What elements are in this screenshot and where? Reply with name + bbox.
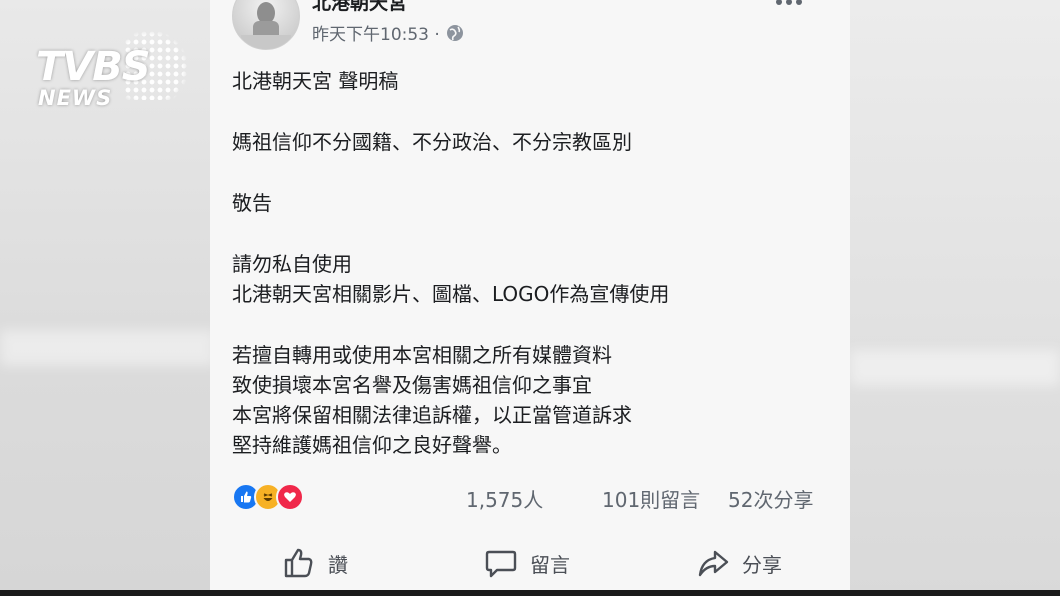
- post-content: 北港朝天宮 聲明稿 媽祖信仰不分國籍、不分政治、不分宗教區別 敬告 請勿私自使用…: [232, 66, 832, 491]
- more-options-icon[interactable]: [776, 0, 806, 10]
- comment-button[interactable]: 留言: [484, 546, 570, 580]
- comment-bubble-icon: [485, 550, 517, 578]
- background-right: [850, 0, 1060, 596]
- screen-bottom-edge: [0, 590, 1060, 596]
- comment-count[interactable]: 101則留言: [602, 484, 700, 513]
- love-icon: [276, 483, 304, 511]
- share-count[interactable]: 52次分享: [728, 484, 813, 513]
- reaction-icons[interactable]: [232, 483, 304, 511]
- share-label: 分享: [742, 552, 782, 577]
- globe-icon: [446, 24, 463, 41]
- post-meta: 昨天下午10:53 ·: [312, 20, 464, 45]
- share-arrow-icon: [698, 550, 729, 577]
- post-action-bar: 讚 留言 分享: [232, 540, 832, 590]
- share-button[interactable]: 分享: [696, 546, 782, 580]
- tvbs-news-label: NEWS: [38, 86, 113, 110]
- like-button[interactable]: 讚: [282, 546, 348, 580]
- post-paragraph: 媽祖信仰不分國籍、不分政治、不分宗教區別: [232, 130, 632, 154]
- thumbs-up-icon: [284, 548, 313, 578]
- comment-label: 留言: [530, 552, 570, 577]
- like-label: 讚: [328, 552, 348, 577]
- background-ghost: [0, 330, 215, 366]
- reaction-count[interactable]: 1,575人: [466, 484, 543, 513]
- post-paragraph: 請勿私自使用 北港朝天宮相關影片、圖檔、LOGO作為宣傳使用: [232, 252, 670, 306]
- tvbs-logo: TVBS: [36, 44, 151, 90]
- page-name-link[interactable]: 北港朝天宮: [312, 0, 407, 15]
- background-ghost: [850, 350, 1060, 386]
- post-paragraph: 敬告: [232, 191, 272, 215]
- post-paragraph: 若擅自轉用或使用本宮相關之所有媒體資料 致使損壞本宮名譽及傷害媽祖信仰之事宜 本…: [232, 343, 632, 457]
- post-timestamp[interactable]: 昨天下午10:53 ·: [312, 20, 440, 45]
- post-paragraph: 北港朝天宮 聲明稿: [232, 69, 399, 93]
